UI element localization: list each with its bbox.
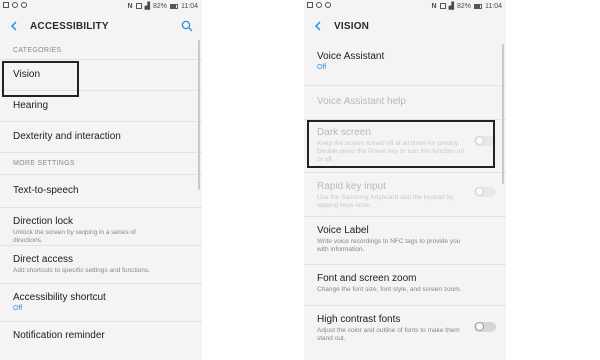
list-item-description: Change the font size, font style, and sc… (317, 286, 462, 293)
battery-percent: 82% (152, 2, 167, 10)
search-icon[interactable] (181, 20, 193, 32)
highlight-box (2, 61, 79, 97)
settings-notification-icon (325, 2, 331, 8)
settings-notification-icon (21, 2, 27, 8)
gallery-notification-icon (307, 2, 313, 8)
scrollbar[interactable] (198, 40, 200, 190)
battery-icon (474, 3, 482, 9)
list-item-voice-assistant[interactable]: Voice Assistant Off (304, 44, 506, 86)
nfc-icon: N (431, 2, 437, 10)
list-item-notification-reminder[interactable]: Notification reminder (0, 322, 202, 352)
highlight-box (307, 120, 495, 168)
list-item-direct-access[interactable]: Direct access Add shortcuts to specific … (0, 246, 202, 284)
settings-list: Voice Assistant Off Voice Assistant help… (304, 44, 506, 354)
sync-notification-icon (12, 2, 18, 8)
list-item-description: Write voice recordings to NFC tags to pr… (317, 238, 461, 253)
list-item-voice-label[interactable]: Voice Label Write voice recordings to NF… (304, 217, 506, 265)
nfc-icon: N (127, 2, 133, 10)
list-item-label: Direction lock (13, 216, 74, 227)
app-bar: VISION (304, 14, 506, 40)
list-item-rapid-key-input: Rapid key input Use the Samsung Keyboard… (304, 173, 506, 217)
toggle-knob (475, 322, 484, 331)
list-item-label: Accessibility shortcut (13, 292, 106, 303)
list-item-value: Off (13, 305, 23, 312)
page-title: VISION (334, 21, 370, 32)
gallery-notification-icon (3, 2, 9, 8)
signal-icon: ▟ (144, 3, 150, 10)
vision-screen: N ▟ 82% 11:04 VISION Voice Assistant Off… (304, 0, 506, 360)
high-contrast-fonts-toggle[interactable] (474, 322, 496, 332)
list-item-high-contrast-fonts[interactable]: High contrast fonts Adjust the color and… (304, 306, 506, 354)
battery-icon (170, 3, 178, 9)
rapid-key-input-toggle (474, 187, 496, 197)
list-item-label: Dexterity and interaction (13, 131, 121, 142)
list-item-label: Voice Assistant help (317, 96, 406, 107)
clock: 11:04 (485, 2, 502, 10)
list-item-label: Font and screen zoom (317, 273, 417, 284)
list-item-font-and-screen-zoom[interactable]: Font and screen zoom Change the font siz… (304, 265, 506, 306)
status-bar: N ▟ 82% 11:04 (304, 0, 506, 14)
list-item-description: Add shortcuts to specific settings and f… (13, 267, 150, 274)
list-item-value: Off (317, 64, 327, 71)
list-item-label: Hearing (13, 100, 49, 111)
sync-notification-icon (316, 2, 322, 8)
battery-percent: 82% (456, 2, 471, 10)
scrollbar[interactable] (502, 44, 504, 184)
app-bar: ACCESSIBILITY (0, 14, 202, 40)
mute-icon (439, 3, 446, 9)
signal-icon: ▟ (448, 3, 454, 10)
clock: 11:04 (181, 2, 198, 10)
list-item-accessibility-shortcut[interactable]: Accessibility shortcut Off (0, 284, 202, 322)
list-item-direction-lock[interactable]: Direction lock Unlock the screen by swip… (0, 208, 202, 246)
status-bar: N ▟ 82% 11:04 (0, 0, 202, 14)
list-item-description: Unlock the screen by swiping in a series… (13, 229, 136, 244)
mute-icon (135, 3, 142, 9)
back-arrow-icon[interactable] (10, 21, 20, 31)
list-item-label: Text-to-speech (13, 185, 79, 196)
list-item-label: Direct access (13, 254, 74, 265)
section-header-categories: CATEGORIES (0, 40, 202, 60)
list-item-dexterity[interactable]: Dexterity and interaction (0, 122, 202, 153)
list-item-voice-assistant-help: Voice Assistant help (304, 86, 506, 120)
page-title: ACCESSIBILITY (30, 21, 109, 32)
back-arrow-icon[interactable] (314, 21, 324, 31)
accessibility-screen: N ▟ 82% 11:04 ACCESSIBILITY CATEGORIES V… (0, 0, 202, 360)
list-item-text-to-speech[interactable]: Text-to-speech (0, 175, 202, 208)
list-item-label: Voice Label (317, 225, 369, 236)
toggle-knob (475, 187, 484, 196)
list-item-label: Notification reminder (13, 330, 105, 341)
section-header-more-settings: MORE SETTINGS (0, 153, 202, 175)
list-item-label: Voice Assistant (317, 51, 385, 62)
